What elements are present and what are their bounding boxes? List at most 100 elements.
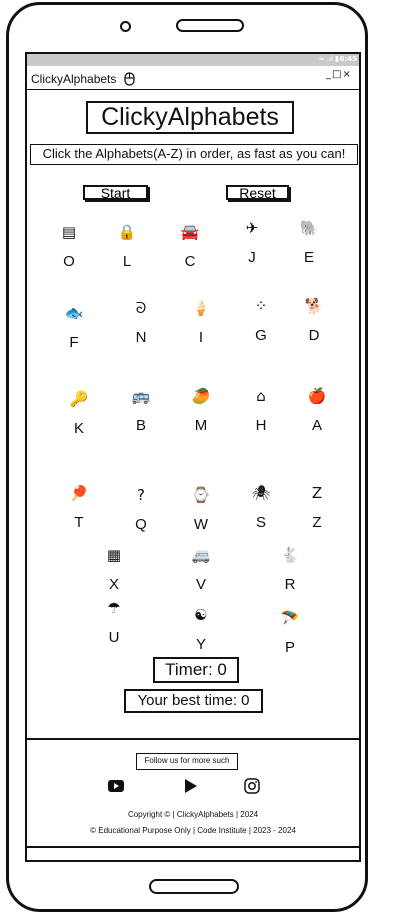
speaker-grille [176,19,244,32]
letter-tile-k[interactable]: 🔑 K [59,390,99,437]
tile-letter: V [195,576,206,593]
camera-icon [120,21,131,32]
jet-icon: ✈ [245,219,259,237]
letter-tile-d[interactable]: 🐕 D [294,297,334,344]
apple-icon: 🍎 [307,387,327,405]
letter-tile-a[interactable]: 🍎 A [297,387,337,434]
tile-letter: B [135,417,146,434]
letter-tile-o[interactable]: ▤ O [49,223,89,270]
van-icon: 🚐 [191,546,211,564]
tile-letter: A [311,417,322,434]
timer-display: Timer: 0 [153,657,239,683]
purpose-text: © Educational Purpose Only | Code Instit… [90,826,296,835]
key-icon: 🔑 [69,390,89,408]
tile-letter: M [194,417,208,434]
mango-icon: 🥭 [191,387,211,405]
phone-screen [25,52,361,862]
best-time-display: Your best time: 0 [124,689,263,713]
letter-tile-m[interactable]: 🥭 M [181,387,221,434]
letter-tile-v[interactable]: 🚐 V [181,546,221,593]
question-icon: ? [137,486,145,504]
tile-letter: R [284,576,296,593]
ice-cream-icon: 🍦 [191,299,211,317]
tile-letter: P [284,639,295,656]
tile-letter: U [108,629,120,646]
follow-us-label: Follow us for more such [136,753,238,770]
home-button[interactable] [149,879,239,894]
bus-icon: 🚌 [131,387,151,405]
status-bar [27,54,359,66]
youtube-icon[interactable] [107,778,125,794]
tile-letter: D [308,327,320,344]
tile-letter: L [122,253,132,270]
tile-letter: C [184,253,196,270]
letter-tile-b[interactable]: 🚌 B [121,387,161,434]
tile-letter: Z [312,514,322,531]
toaster-icon: ▤ [61,223,77,241]
tile-letter: Y [195,636,206,653]
status-time: 16:45 [334,55,357,63]
letter-tile-g[interactable]: ⁘ G [241,297,281,344]
letter-tile-f[interactable]: 🐟 F [54,304,94,351]
tile-letter: E [303,249,314,266]
tile-letter: N [135,329,147,346]
parachute-icon: 🪂 [280,609,300,627]
bottom-divider [27,846,359,848]
letter-tile-y[interactable]: ☯ Y [181,606,221,653]
grapes-icon: ⁘ [254,297,268,315]
letter-tile-u[interactable]: ☂ U [94,599,134,646]
nose-icon: ᘐ [135,299,147,317]
tile-letter: F [69,334,79,351]
tile-letter: W [193,516,209,533]
letter-tile-q[interactable]: ? Q [121,486,161,533]
watch-icon: ⌚ [191,486,211,504]
letter-tile-e[interactable]: 🐘 E [289,219,329,266]
play-icon[interactable] [182,778,200,794]
letter-tile-x[interactable]: ▦ X [94,546,134,593]
tile-letter: O [63,253,75,270]
mouse-icon [124,72,135,86]
reset-button[interactable]: Reset [226,185,289,200]
tile-letter: J [248,249,256,266]
letter-tile-n[interactable]: ᘐN [121,299,161,346]
letter-tile-z[interactable]: ZZ [297,484,337,531]
page-title: ClickyAlphabets [86,101,294,134]
letter-tile-c[interactable]: 🚘 C [170,223,210,270]
instructions-text: Click the Alphabets(A-Z) in order, as fa… [30,144,358,165]
zz-icon: Z [311,484,323,502]
letter-tile-i[interactable]: 🍦 I [181,299,221,346]
yin-yang-icon: ☯ [194,606,208,624]
tile-letter: Q [135,516,147,533]
table-tennis-icon: 🏓 [69,484,89,502]
letter-tile-s[interactable]: 🕷 S [241,484,281,531]
car-icon: 🚘 [180,223,200,241]
window-title: ClickyAlphabets [31,72,117,86]
tile-letter: K [73,420,84,437]
letter-tile-l[interactable]: 🔒 L [107,223,147,270]
letter-tile-j[interactable]: ✈ J [232,219,272,266]
tile-letter: X [108,576,119,593]
letter-tile-r[interactable]: 🐇 R [270,546,310,593]
letter-tile-h[interactable]: ⌂ H [241,387,281,434]
start-button[interactable]: Start [83,185,148,200]
footer-divider [27,738,359,740]
letter-tile-w[interactable]: ⌚ W [181,486,221,533]
lock-icon: 🔒 [117,223,137,241]
letter-tile-t[interactable]: 🏓 T [59,484,99,531]
spider-icon: 🕷 [251,484,271,502]
tile-letter: G [255,327,267,344]
rabbit-icon: 🐇 [280,546,300,564]
tile-letter: I [198,329,204,346]
elephant-icon: 🐘 [299,219,319,237]
letter-tile-p[interactable]: 🪂 P [270,609,310,656]
instagram-icon[interactable] [243,778,261,794]
xylophone-icon: ▦ [106,546,122,564]
tile-letter: S [255,514,266,531]
copyright-text: Copyright © | ClickyAlphabets | 2024 [127,810,259,819]
dog-icon: 🐕 [304,297,324,315]
fish-icon: 🐟 [64,304,84,322]
house-icon: ⌂ [256,387,266,405]
umbrella-icon: ☂ [107,599,121,617]
tile-letter: H [255,417,267,434]
window-controls[interactable]: _□× [326,69,352,80]
